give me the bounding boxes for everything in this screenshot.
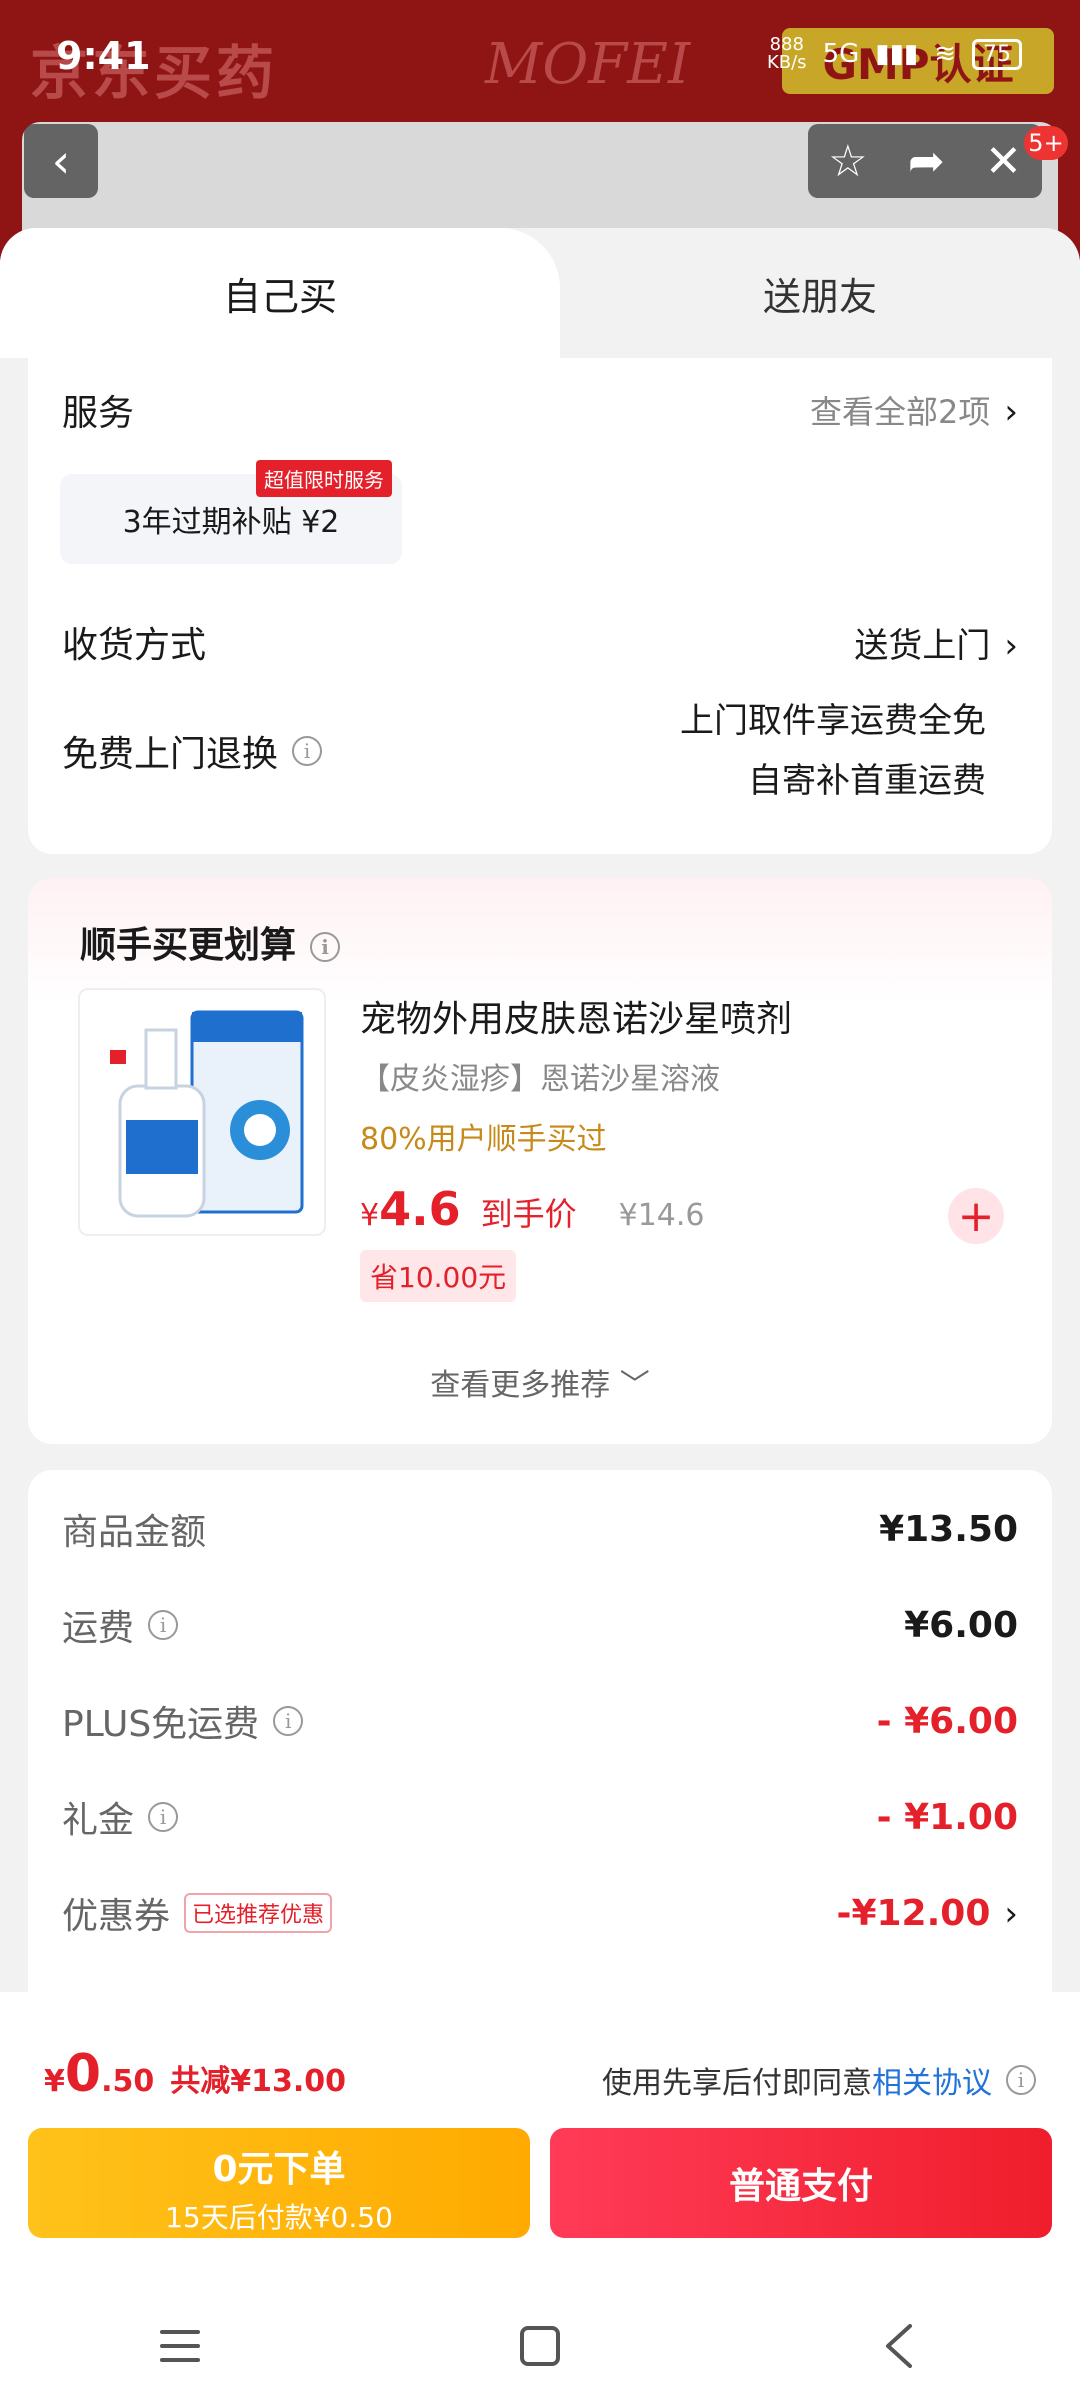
total-saved: 共减¥13.00: [170, 2064, 346, 2099]
order-options-card: 服务 查看全部2项 › 3年过期补贴 ¥2 超值限时服务 收货方式 送货上门 › 免…: [28, 358, 1052, 854]
info-icon[interactable]: i: [273, 1706, 304, 1736]
favorite-icon[interactable]: ☆: [828, 136, 867, 187]
service-label: 服务: [62, 393, 135, 434]
recommend-product-image[interactable]: [78, 988, 326, 1236]
service-row[interactable]: 服务 查看全部2项 ›: [62, 380, 1018, 440]
recommend-old-price: ¥14.6: [618, 1198, 705, 1233]
summary-row: 礼金 i - ¥1.00: [62, 1796, 1018, 1842]
back-icon[interactable]: ‹: [24, 124, 98, 198]
chevron-right-icon: ›: [1004, 625, 1018, 666]
return-line1: 上门取件享运费全免: [680, 701, 986, 741]
tab-buy-self[interactable]: 自己买: [0, 228, 560, 358]
summary-row: 商品金额 ¥13.50: [62, 1508, 1018, 1554]
wifi-icon: ≋: [934, 39, 956, 69]
price-summary-card: 商品金额 ¥13.50 运费 i ¥6.00 PLUS免运费 i - ¥6.00 礼…: [28, 1470, 1052, 2030]
status-time: 9:41: [56, 34, 151, 78]
close-icon[interactable]: ✕: [985, 136, 1022, 187]
network-speed: 888 KB/s: [766, 34, 807, 73]
summary-row: PLUS免运费 i - ¥6.00: [62, 1700, 1018, 1746]
normal-pay-button[interactable]: 普通支付: [550, 2128, 1052, 2238]
status-bar: 9:41 888 KB/s 5G ▮▮▮ ≋ 75: [0, 0, 1080, 100]
purchase-tabs: 送朋友 自己买: [0, 228, 1080, 358]
info-icon[interactable]: i: [148, 1610, 179, 1640]
share-icon[interactable]: ➦: [908, 136, 945, 187]
recommend-title: 顺手买更划算 i: [80, 916, 341, 968]
recommend-stat: 80%用户顺手买过: [360, 1122, 607, 1157]
spray-bottle-icon: [110, 1010, 304, 1218]
service-tag: 超值限时服务: [256, 460, 392, 497]
info-icon[interactable]: i: [148, 1802, 179, 1832]
chevron-right-icon: ›: [1004, 392, 1018, 432]
recommend-subtitle: 【皮炎湿疹】恩诺沙星溶液: [360, 1062, 720, 1097]
delivery-label: 收货方式: [62, 625, 207, 666]
recommend-product-name[interactable]: 宠物外用皮肤恩诺沙星喷剂: [360, 990, 792, 1042]
info-icon[interactable]: i: [310, 932, 341, 962]
coupon-row[interactable]: 优惠券 已选推荐优惠 -¥12.00 ›: [62, 1878, 1018, 1948]
zero-pay-button[interactable]: 0元下单 15天后付款¥0.50: [28, 2128, 530, 2238]
chevron-right-icon: ›: [1004, 1893, 1018, 1934]
tab-send-friend[interactable]: 送朋友: [560, 228, 1080, 358]
checkout-bar: ¥ 0 .50 共减¥13.00 使用先享后付即同意 相关协议 i 0元下单 1…: [0, 1992, 1080, 2400]
back-nav-icon[interactable]: [840, 2306, 960, 2386]
cart-badge: 5+: [1024, 126, 1068, 160]
total-amount: ¥ 0 .50 共减¥13.00: [44, 2044, 346, 2104]
recommend-save-badge: 省10.00元: [360, 1250, 517, 1302]
recommend-price: ¥4.6 到手价 ¥14.6: [360, 1182, 705, 1236]
return-line2: 自寄补首重运费: [748, 761, 986, 801]
add-icon[interactable]: +: [948, 1188, 1004, 1244]
menu-icon[interactable]: [120, 2306, 240, 2386]
header-actions: ☆ ➦ ✕: [808, 124, 1042, 198]
info-icon[interactable]: i: [1006, 2065, 1036, 2095]
status-icons: 888 KB/s 5G ▮▮▮ ≋ 75: [767, 36, 1022, 72]
delivery-row[interactable]: 收货方式 送货上门 ›: [62, 612, 1018, 672]
more-recommend-link[interactable]: 查看更多推荐 ﹀: [28, 1360, 1052, 1404]
home-icon[interactable]: [480, 2306, 600, 2386]
return-label: 免费上门退换: [62, 734, 279, 775]
delivery-value: 送货上门: [854, 625, 991, 666]
summary-row: 运费 i ¥6.00: [62, 1604, 1018, 1650]
agreement-link[interactable]: 相关协议: [872, 2058, 992, 2102]
agreement-text: 使用先享后付即同意 相关协议 i: [602, 2058, 1036, 2102]
coupon-tag: 已选推荐优惠: [184, 1893, 333, 1933]
system-nav-bar: [0, 2292, 1080, 2400]
signal-icon: ▮▮▮: [875, 39, 919, 69]
battery-icon: 75: [972, 38, 1022, 70]
service-view-all[interactable]: 查看全部2项: [810, 393, 990, 431]
return-row: 免费上门退换 i 上门取件享运费全免 自寄补首重运费: [62, 688, 1018, 814]
network-type: 5G: [822, 39, 860, 69]
info-icon[interactable]: i: [292, 736, 323, 766]
recommend-card: 顺手买更划算 i 宠物外用皮肤恩诺沙星喷剂 【皮炎湿疹】恩诺沙星溶液 80%用户顺…: [28, 878, 1052, 1444]
